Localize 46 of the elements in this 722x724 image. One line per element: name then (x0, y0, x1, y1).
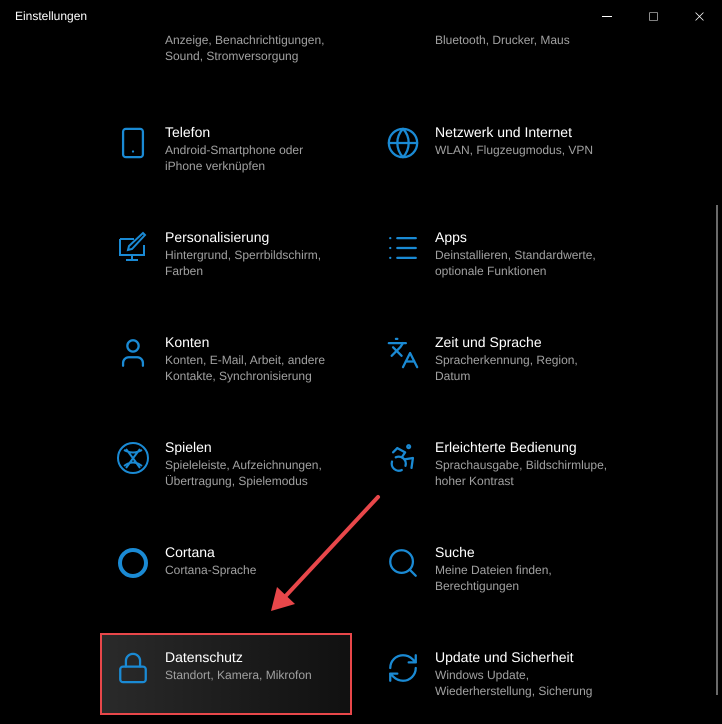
category-title: Update und Sicherheit (435, 648, 575, 667)
category-description: Hintergrund, Sperrbildschirm, Farben (165, 247, 322, 279)
category-tile[interactable]: Personalisierung Hintergrund, Sperrbildschirm, Farben (101, 214, 371, 294)
category-tile[interactable]: Konten Konten, E-Mail, Arbeit, andere Kontakte, Synchronisierung (101, 319, 371, 399)
category-title: Cortana (165, 543, 216, 562)
category-description: Cortana-Sprache (165, 562, 258, 578)
category-description: Android-Smartphone oder iPhone verknüpfen (165, 142, 304, 174)
category-description: Bluetooth, Drucker, Maus (435, 32, 571, 48)
category-title: Zeit und Sprache (435, 333, 543, 352)
category-title: Konten (165, 333, 210, 352)
category-title: Netzwerk und Internet (435, 123, 573, 142)
language-icon (386, 336, 420, 370)
category-description: Windows Update, Wiederherstellung, Sicherung (435, 667, 594, 699)
category-title: Telefon (165, 123, 212, 142)
category-title: Personalisierung (165, 228, 270, 247)
category-description: Spracherkennung, Region, Datum (435, 352, 579, 384)
category-tile[interactable]: Cortana Cortana-Sprache (101, 529, 371, 609)
category-tile[interactable]: Netzwerk und Internet WLAN, Flugzeugmodus, VPN (371, 109, 641, 189)
category-title: Datenschutz (165, 648, 244, 667)
category-description: Konten, E-Mail, Arbeit, andere Kontakte, Synchronisierung (165, 352, 326, 384)
category-tile[interactable]: Suche Meine Dateien finden, Berechtigungen (371, 529, 641, 609)
category-tile[interactable]: Datenschutz Standort, Kamera, Mikrofon (101, 634, 351, 714)
category-title: Suche (435, 543, 476, 562)
category-tile[interactable]: Erleichterte Bedienung Sprachausgabe, Bildschirmlupe, hoher Kontrast (371, 424, 641, 504)
category-description: Sound, Stromversorgung (165, 48, 300, 64)
category-description: Deinstallieren, Standardwerte, optionale Funktionen (435, 247, 597, 279)
category-tile[interactable]: Zeit und Sprache Spracherkennung, Region, Datum (371, 319, 641, 399)
category-tile[interactable]: Update und Sicherheit Windows Update, Wiederherstellung, Sicherung (371, 634, 641, 714)
category-title: Spielen (165, 438, 213, 457)
category-title: Apps (435, 228, 468, 247)
maximize-icon (648, 10, 658, 22)
scrollbar[interactable] (716, 205, 718, 695)
category-description: Standort, Kamera, Mikrofon (165, 667, 313, 683)
category-description: Sprachausgabe, Bildschirmlupe, hoher Kontrast (435, 457, 608, 489)
game-controller-icon (116, 441, 150, 475)
category-title: Erleichterte Bedienung (435, 438, 578, 457)
ring-icon (116, 546, 150, 580)
category-description: Anzeige, Benachrichtigungen, (165, 32, 326, 48)
category-tile[interactable]: Telefon Android-Smartphone oder iPhone verknüpfen (101, 109, 371, 189)
category-tile[interactable]: Spielen Spieleleiste, Aufzeichnungen, Übertragung, Spielemodus (101, 424, 371, 504)
category-description: Spieleleiste, Aufzeichnungen, Übertragung, Spielemodus (165, 457, 323, 489)
globe-icon (386, 126, 420, 160)
window-title: Einstellungen (14, 8, 88, 25)
category-description: Meine Dateien finden, Berechtigungen (435, 562, 553, 594)
category-description: WLAN, Flugzeugmodus, VPN (435, 142, 594, 158)
category-tile[interactable]: Apps Deinstallieren, Standardwerte, optionale Funktionen (371, 214, 641, 294)
